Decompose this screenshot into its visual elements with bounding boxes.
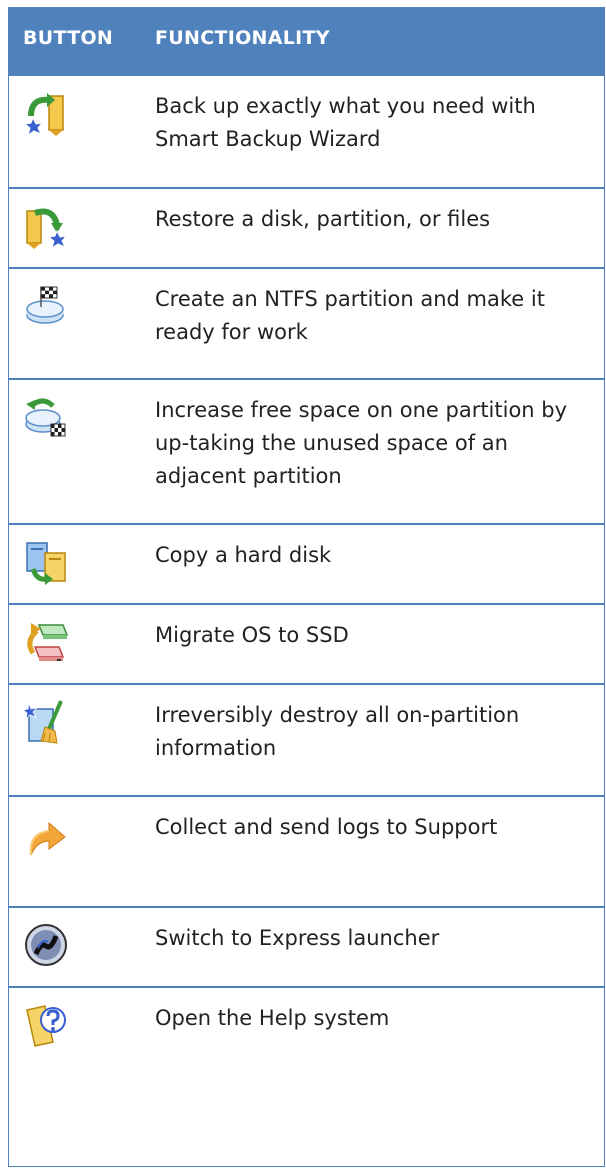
- row-description: Increase free space on one partition by …: [155, 398, 568, 488]
- table-row: Switch to Express launcher: [9, 906, 604, 986]
- row-description: Open the Help system: [155, 1006, 390, 1030]
- row-description: Migrate OS to SSD: [155, 623, 349, 647]
- row-description: Create an NTFS partition and make it rea…: [155, 287, 545, 344]
- copy-disk-icon[interactable]: [23, 539, 69, 585]
- row-description: Copy a hard disk: [155, 543, 332, 567]
- express-launcher-icon[interactable]: [23, 922, 69, 968]
- row-description: Irreversibly destroy all on-partition in…: [155, 703, 520, 760]
- functionality-table: BUTTON FUNCTIONALITY Back up exactly wha…: [8, 7, 605, 1167]
- row-description: Back up exactly what you need with Smart…: [155, 94, 536, 151]
- backup-wizard-icon[interactable]: [23, 90, 69, 136]
- redistribute-space-icon[interactable]: [23, 394, 69, 440]
- table-row: Irreversibly destroy all on-partition in…: [9, 683, 604, 795]
- row-description: Switch to Express launcher: [155, 926, 440, 950]
- restore-icon[interactable]: [23, 203, 69, 249]
- table-row: Back up exactly what you need with Smart…: [9, 74, 604, 187]
- header-button: BUTTON: [23, 27, 114, 49]
- send-logs-icon[interactable]: [23, 811, 69, 857]
- table-row: Collect and send logs to Support: [9, 795, 604, 906]
- create-partition-icon[interactable]: [23, 283, 69, 329]
- table-row: Create an NTFS partition and make it rea…: [9, 267, 604, 378]
- table-row: Copy a hard disk: [9, 523, 604, 603]
- help-icon[interactable]: [23, 1002, 69, 1048]
- table-row: Migrate OS to SSD: [9, 603, 604, 683]
- table-row: Open the Help system: [9, 986, 604, 1067]
- row-description: Restore a disk, partition, or files: [155, 207, 491, 231]
- table-row: Restore a disk, partition, or files: [9, 187, 604, 267]
- header-functionality: FUNCTIONALITY: [155, 27, 330, 49]
- migrate-os-icon[interactable]: [23, 619, 69, 665]
- table-header: BUTTON FUNCTIONALITY: [9, 7, 604, 74]
- row-description: Collect and send logs to Support: [155, 815, 498, 839]
- table-row: Increase free space on one partition by …: [9, 378, 604, 523]
- wipe-partition-icon[interactable]: [23, 699, 69, 745]
